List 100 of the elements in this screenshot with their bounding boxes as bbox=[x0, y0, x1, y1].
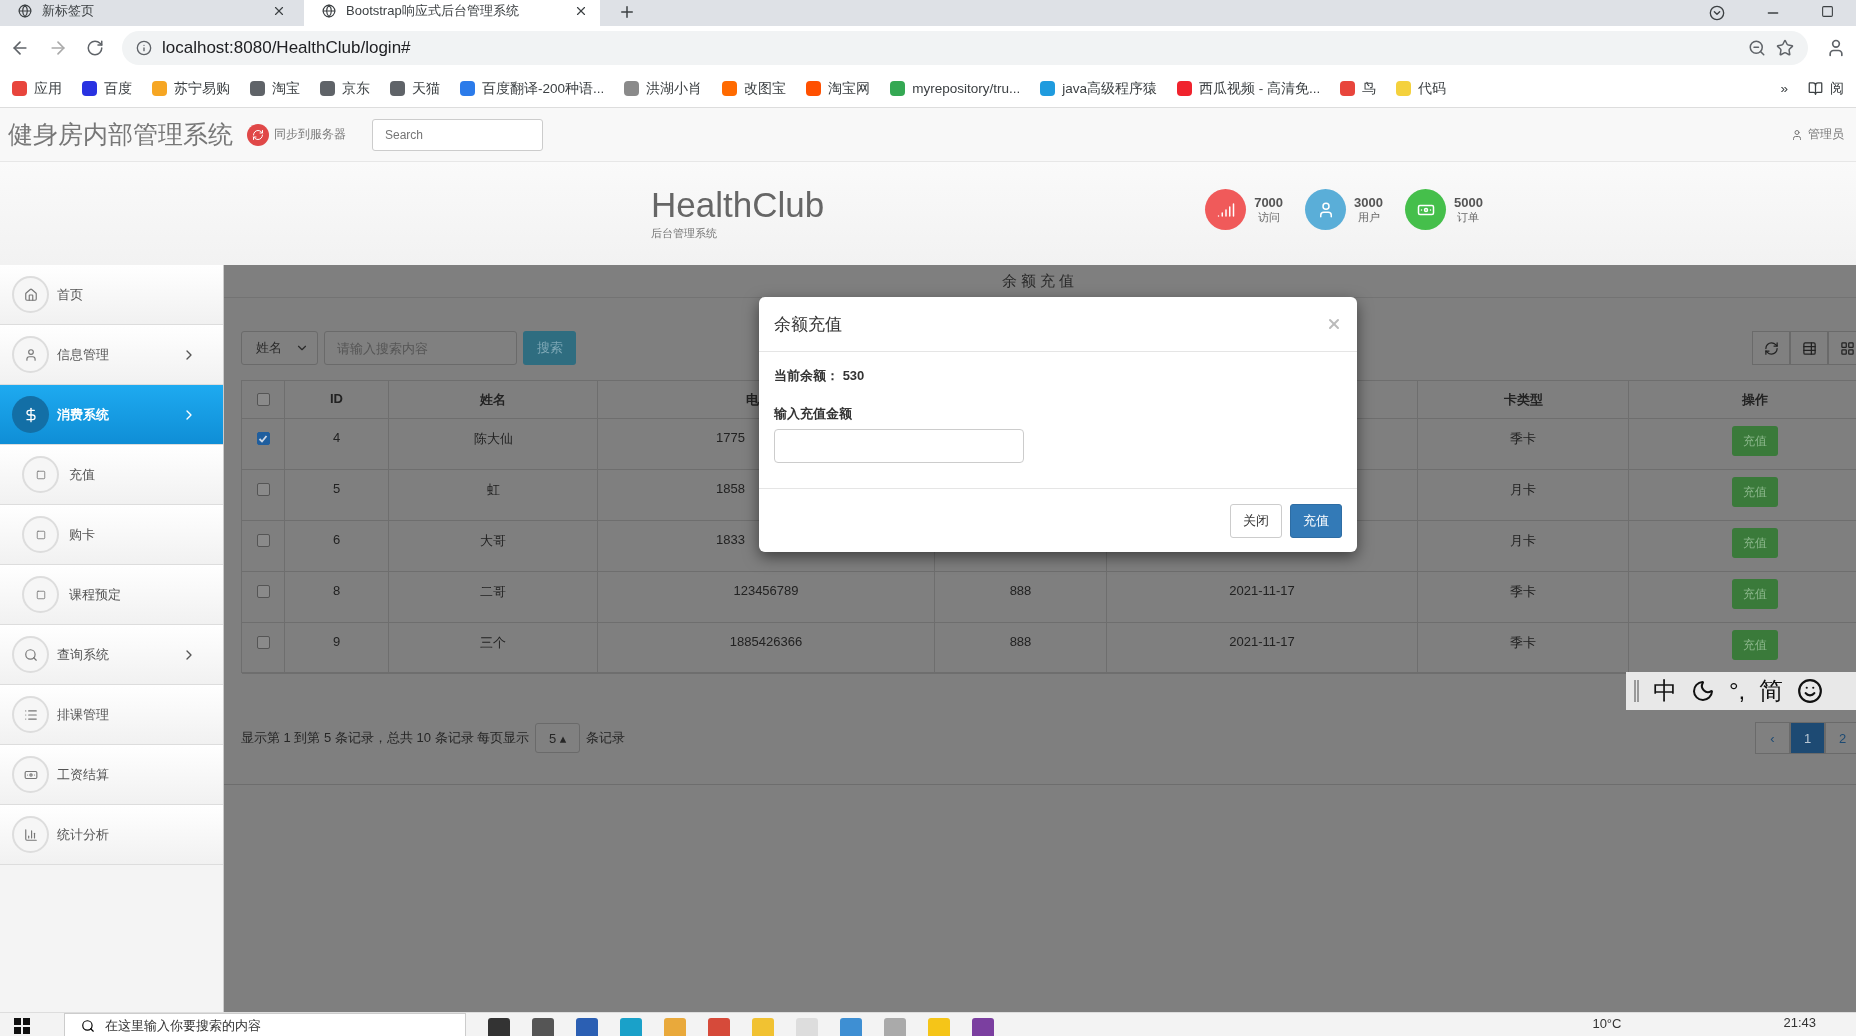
clock-text: 21:43 bbox=[1783, 1015, 1816, 1030]
bookmark[interactable]: 京东 bbox=[320, 79, 370, 98]
page-button[interactable]: 1 bbox=[1790, 722, 1825, 754]
browser-tab[interactable]: Bootstrap响应式后台管理系统 bbox=[304, 0, 600, 26]
stat-value: 5000 bbox=[1454, 194, 1483, 210]
stat-value: 7000 bbox=[1254, 194, 1284, 210]
sidebar-item[interactable]: 课程预定 bbox=[0, 565, 223, 625]
smile-icon[interactable] bbox=[1797, 678, 1824, 704]
table-cell: 888 bbox=[1009, 583, 1032, 598]
tab-search-icon[interactable] bbox=[1709, 5, 1725, 21]
table-cell: 5 bbox=[332, 481, 341, 496]
ime-button[interactable]: °, bbox=[1729, 677, 1746, 705]
table-cell: 二哥 bbox=[480, 583, 506, 601]
checkbox[interactable] bbox=[256, 432, 270, 445]
stat-label: 访问 bbox=[1257, 209, 1280, 225]
sidebar-item[interactable]: 查询系统 bbox=[0, 625, 223, 685]
bookmark[interactable]: 天猫 bbox=[390, 79, 440, 98]
sync-link[interactable]: 同步到服务器 bbox=[247, 123, 346, 146]
column-header: ID bbox=[330, 391, 343, 406]
ime-button[interactable]: 中 bbox=[1653, 675, 1677, 707]
grid-icon bbox=[1839, 340, 1855, 356]
bookmark[interactable]: 苏宁易购 bbox=[152, 79, 230, 98]
checkbox[interactable] bbox=[256, 636, 270, 649]
page-size-button[interactable]: 5 ▴ bbox=[535, 723, 581, 753]
checkbox[interactable] bbox=[256, 393, 270, 406]
column-header: 电 bbox=[745, 391, 759, 409]
bookmark[interactable]: 淘宝网 bbox=[806, 79, 871, 98]
new-tab-icon[interactable] bbox=[618, 3, 636, 21]
globe-icon bbox=[18, 4, 32, 18]
table-cell: 8 bbox=[332, 583, 341, 598]
table-cell: 三个 bbox=[480, 634, 506, 652]
sidebar-item[interactable]: 工资结算 bbox=[0, 745, 223, 805]
sidebar-item[interactable]: 购卡 bbox=[0, 505, 223, 565]
grip-handle[interactable] bbox=[1634, 680, 1639, 702]
field-select[interactable]: 姓名 bbox=[241, 331, 318, 365]
bookmark[interactable]: myrepository/tru... bbox=[890, 81, 1021, 96]
sidebar-item[interactable]: 充值 bbox=[0, 445, 223, 505]
taskbar-app-icon[interactable] bbox=[488, 1018, 510, 1036]
star-icon[interactable] bbox=[1776, 39, 1794, 57]
close-button[interactable] bbox=[1326, 316, 1342, 332]
browser-tab[interactable]: 新标签页 bbox=[0, 0, 298, 26]
maximize-icon[interactable] bbox=[1821, 5, 1834, 18]
site-title: HealthClub bbox=[651, 185, 825, 225]
bookmark[interactable]: 淘宝 bbox=[250, 79, 300, 98]
bookmark[interactable]: 西瓜视频 - 高清免... bbox=[1177, 79, 1321, 98]
profile-icon[interactable] bbox=[1826, 38, 1846, 58]
column-header: 操作 bbox=[1742, 391, 1768, 409]
taskbar-search[interactable]: 在这里输入你要搜索的内容 bbox=[64, 1013, 466, 1036]
bookmark[interactable]: 鸟 bbox=[1340, 79, 1377, 98]
bookmark[interactable]: 改图宝 bbox=[722, 79, 787, 98]
taskbar-app-icon[interactable] bbox=[972, 1018, 994, 1036]
search-field[interactable]: Search bbox=[372, 118, 543, 151]
home-icon bbox=[23, 287, 38, 302]
moon-icon[interactable] bbox=[1691, 679, 1715, 703]
table-cell: 陈大仙 bbox=[473, 430, 513, 448]
table-cell: 9 bbox=[332, 634, 341, 649]
bookmark[interactable]: java高级程序猿 bbox=[1040, 79, 1158, 98]
taskbar-app-icon[interactable] bbox=[532, 1018, 554, 1036]
bookmark[interactable]: 代码 bbox=[1396, 79, 1447, 98]
table-cell: 季卡 bbox=[1510, 583, 1536, 601]
refresh-button[interactable] bbox=[1752, 331, 1790, 365]
bookmark[interactable]: 百度翻译-200种语... bbox=[460, 79, 605, 98]
list-view-button[interactable] bbox=[1790, 331, 1828, 365]
close-icon[interactable] bbox=[272, 4, 286, 18]
dialog-button[interactable]: 关闭 bbox=[1230, 503, 1282, 538]
zoom-icon[interactable] bbox=[1748, 39, 1766, 57]
table-cell: 4 bbox=[332, 430, 341, 445]
close-icon[interactable] bbox=[574, 4, 588, 18]
sidebar-item[interactable]: 统计分析 bbox=[0, 805, 223, 865]
table-cell: 1885426366 bbox=[729, 634, 803, 649]
pagination-summary: 显示第 1 到第 5 条记录，总共 10 条记录 每页显示 bbox=[241, 729, 530, 747]
search-icon bbox=[23, 647, 38, 662]
sidebar-item[interactable]: 首页 bbox=[0, 265, 223, 325]
ime-button[interactable]: 简 bbox=[1759, 675, 1784, 707]
user-menu[interactable]: 管理员 bbox=[1791, 126, 1844, 143]
more-bookmarks[interactable]: » bbox=[1780, 81, 1788, 96]
dialog-title: 余额充值 bbox=[774, 313, 842, 336]
brand-title[interactable]: 健身房内部管理系统 bbox=[8, 118, 233, 151]
site-subtitle: 后台管理系统 bbox=[651, 226, 718, 242]
address-bar[interactable]: localhost:8080/HealthClub/login# bbox=[122, 31, 1808, 65]
bookmark[interactable]: 应用 bbox=[12, 79, 62, 98]
amount-field[interactable] bbox=[774, 429, 1024, 463]
search-icon bbox=[81, 1018, 95, 1033]
reload-icon[interactable] bbox=[86, 39, 104, 57]
checkbox[interactable] bbox=[256, 483, 270, 496]
refresh-icon bbox=[1763, 340, 1779, 356]
table-cell: 123456789 bbox=[733, 583, 799, 598]
dialog-button[interactable]: 充值 bbox=[1290, 503, 1342, 538]
reading-list[interactable]: 阅 bbox=[1808, 79, 1844, 98]
checkbox[interactable] bbox=[256, 534, 270, 547]
table-cell: 888 bbox=[1009, 634, 1032, 649]
bookmark[interactable]: 洪湖小肖 bbox=[624, 79, 703, 98]
checkbox[interactable] bbox=[256, 585, 270, 598]
windows-icon[interactable] bbox=[14, 1018, 30, 1034]
sidebar-item[interactable]: 排课管理 bbox=[0, 685, 223, 745]
bookmark[interactable]: 百度 bbox=[82, 79, 132, 98]
columns-button[interactable] bbox=[1828, 331, 1856, 365]
table-cell: 月卡 bbox=[1510, 481, 1536, 499]
sidebar-item[interactable]: 信息管理 bbox=[0, 325, 223, 385]
square-icon bbox=[35, 529, 46, 540]
